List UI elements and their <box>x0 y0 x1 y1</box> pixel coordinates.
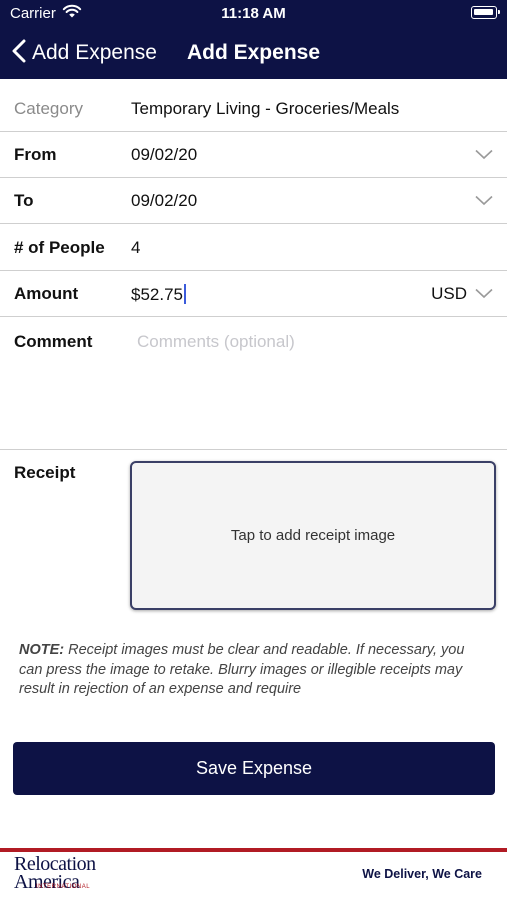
from-row[interactable]: From 09/02/20 <box>0 131 507 178</box>
logo-line-3: INTERNATIONAL <box>36 884 91 890</box>
text-caret <box>184 284 187 304</box>
battery-icon <box>471 6 500 19</box>
receipt-note: NOTE: Receipt images must be clear and r… <box>19 641 489 700</box>
to-row[interactable]: To 09/02/20 <box>0 177 507 224</box>
footer-divider <box>0 848 507 852</box>
currency-select[interactable]: USD <box>431 284 467 304</box>
chevron-down-icon[interactable] <box>475 193 493 211</box>
amount-row[interactable]: Amount $52.75 USD <box>0 270 507 317</box>
category-row: Category Temporary Living - Groceries/Me… <box>0 85 507 132</box>
from-date-value[interactable]: 09/02/20 <box>131 145 197 165</box>
page-title: Add Expense <box>0 41 507 65</box>
amount-value: 52.75 <box>140 285 184 304</box>
note-prefix: NOTE: <box>19 642 65 658</box>
receipt-label: Receipt <box>14 463 76 482</box>
category-value: Temporary Living - Groceries/Meals <box>131 99 400 118</box>
from-label: From <box>14 145 57 164</box>
comment-label: Comment <box>14 332 93 351</box>
save-expense-button[interactable]: Save Expense <box>13 742 495 795</box>
to-label: To <box>14 191 34 210</box>
people-row[interactable]: # of People 4 <box>0 224 507 271</box>
chevron-down-icon[interactable] <box>475 147 493 165</box>
comment-field[interactable] <box>131 328 503 446</box>
receipt-prompt: Tap to add receipt image <box>230 527 396 544</box>
status-bar: Carrier 11:18 AM <box>0 0 507 28</box>
to-date-value[interactable]: 09/02/20 <box>131 191 197 211</box>
page-title-text: Add Expense <box>186 41 321 64</box>
add-receipt-image-button[interactable]: Tap to add receipt image <box>130 461 496 610</box>
note-text: Receipt images must be clear and readabl… <box>19 642 465 697</box>
category-label: Category <box>14 99 83 118</box>
footer-tagline: We Deliver, We Care <box>362 867 482 881</box>
status-time: 11:18 AM <box>221 5 286 22</box>
company-logo: Relocation America INTERNATIONAL <box>14 854 104 895</box>
people-label: # of People <box>14 238 105 257</box>
chevron-down-icon[interactable] <box>475 286 493 304</box>
comment-row: Comment <box>0 318 507 450</box>
header: Carrier 11:18 AM Add Expense Add Expense <box>0 0 507 79</box>
amount-label: Amount <box>14 284 79 303</box>
amount-field[interactable]: $52.75 <box>131 284 187 305</box>
people-field[interactable]: 4 <box>131 238 140 258</box>
